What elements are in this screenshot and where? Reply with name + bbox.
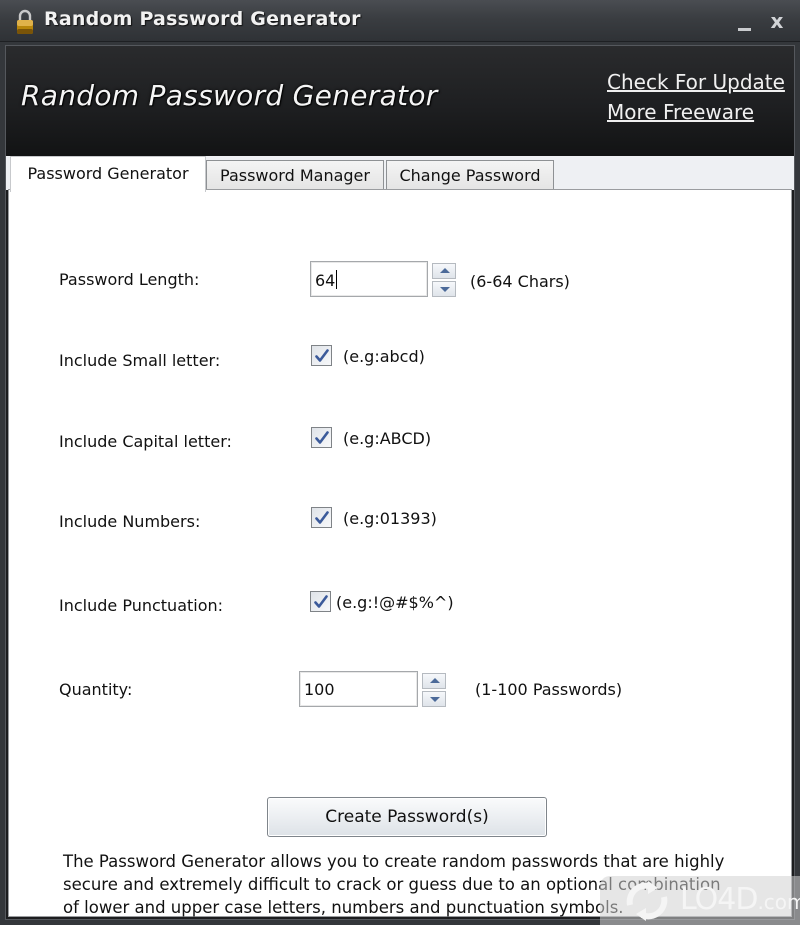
checkmark-icon (315, 511, 329, 524)
quantity-input[interactable]: 100 (299, 671, 418, 707)
check-for-update-link[interactable]: Check For Update (607, 70, 785, 94)
password-length-value: 64 (315, 271, 336, 290)
password-length-spinner (432, 263, 456, 297)
capital-letter-label: Include Capital letter: (59, 432, 232, 451)
numbers-label: Include Numbers: (59, 512, 201, 531)
password-length-input[interactable]: 64 (310, 261, 428, 297)
capital-letter-hint: (e.g:ABCD) (343, 429, 432, 448)
small-letter-checkbox[interactable] (311, 345, 332, 366)
length-decrement-button[interactable] (432, 281, 456, 297)
close-button[interactable]: x (766, 10, 788, 32)
title-bar[interactable]: Random Password Generator x (0, 0, 800, 42)
numbers-hint: (e.g:01393) (343, 509, 437, 528)
watermark-text: LO4D.com (680, 882, 800, 917)
refresh-arrows-icon (626, 881, 668, 921)
lock-icon (17, 9, 33, 34)
header-banner: Random Password Generator Check For Upda… (6, 46, 794, 156)
checkmark-icon (315, 431, 329, 444)
capital-letter-checkbox[interactable] (311, 427, 332, 448)
quantity-spinner (422, 673, 446, 707)
description-line: The Password Generator allows you to cre… (63, 852, 725, 871)
checkmark-icon (315, 349, 329, 362)
quantity-hint: (1-100 Passwords) (475, 680, 623, 699)
arrow-up-icon (430, 678, 440, 683)
app-window: Random Password Generator x Random Passw… (0, 0, 800, 925)
arrow-up-icon (440, 268, 450, 273)
arrow-down-icon (430, 697, 440, 702)
punctuation-label: Include Punctuation: (59, 596, 224, 615)
small-letter-hint: (e.g:abcd) (343, 347, 425, 366)
tab-panel-password-generator: Password Length: 64 (6-64 Chars) Include… (8, 189, 792, 917)
text-caret (336, 270, 338, 289)
tab-password-generator[interactable]: Password Generator (10, 156, 206, 192)
tab-change-password[interactable]: Change Password (386, 160, 554, 190)
watermark-suffix: .com (757, 890, 800, 914)
password-length-hint: (6-64 Chars) (470, 272, 570, 291)
length-increment-button[interactable] (432, 263, 456, 279)
password-length-label: Password Length: (59, 270, 200, 289)
banner-title: Random Password Generator (21, 79, 438, 112)
punctuation-checkbox[interactable] (310, 591, 331, 612)
quantity-increment-button[interactable] (422, 673, 446, 689)
create-passwords-button[interactable]: Create Password(s) (267, 797, 547, 837)
tab-strip: Password Generator Password Manager Chan… (6, 156, 794, 192)
main-frame: Random Password Generator Check For Upda… (5, 45, 795, 920)
more-freeware-link[interactable]: More Freeware (607, 100, 754, 124)
quantity-label: Quantity: (59, 680, 133, 699)
window-title: Random Password Generator (44, 8, 361, 30)
checkmark-icon (314, 595, 328, 608)
close-icon: x (770, 9, 784, 33)
tab-password-manager[interactable]: Password Manager (206, 160, 384, 190)
numbers-checkbox[interactable] (311, 507, 332, 528)
small-letter-label: Include Small letter: (59, 351, 221, 370)
punctuation-hint: (e.g:!@#$%^) (336, 593, 454, 612)
quantity-value: 100 (304, 680, 335, 699)
watermark-brand: LO4D (680, 882, 758, 917)
arrow-down-icon (440, 287, 450, 292)
quantity-decrement-button[interactable] (422, 691, 446, 707)
lo4d-watermark: LO4D.com (600, 876, 800, 925)
minimize-button[interactable] (736, 14, 754, 32)
